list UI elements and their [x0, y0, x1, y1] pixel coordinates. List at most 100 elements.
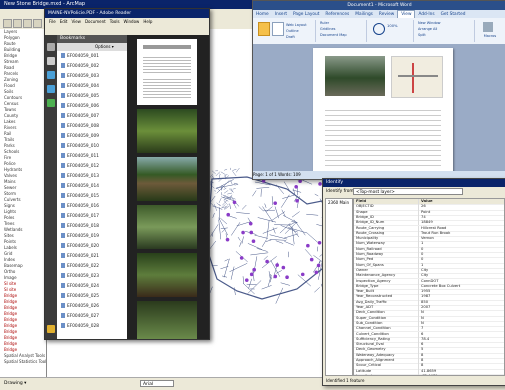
- bookmark-page-icon: [61, 133, 65, 138]
- bookmark-item[interactable]: EF004059_006: [61, 103, 99, 111]
- bookmark-item[interactable]: EF004059_023: [61, 273, 99, 281]
- acrobat-menu-item[interactable]: Tools: [110, 19, 120, 24]
- bookmark-item[interactable]: EF004059_022: [61, 263, 99, 271]
- bookmark-item[interactable]: EF004059_025: [61, 293, 99, 301]
- document-page[interactable]: [313, 48, 453, 172]
- document-views-group: Web Layout Outline Draft: [255, 20, 316, 42]
- font-select[interactable]: Arial: [140, 380, 174, 387]
- open-icon[interactable]: [13, 19, 22, 28]
- bookmark-item[interactable]: EF004059_017: [61, 213, 99, 221]
- street-line: [290, 223, 295, 226]
- bookmark-item[interactable]: EF004059_002: [61, 63, 99, 71]
- street-line: [234, 183, 238, 184]
- bookmark-item[interactable]: EF004059_024: [61, 283, 99, 291]
- bookmark-page-icon: [61, 263, 65, 268]
- bookmark-item[interactable]: EF004059_011: [61, 153, 99, 161]
- acrobat-menu-item[interactable]: Window: [124, 19, 140, 24]
- print-layout-icon[interactable]: [258, 22, 270, 36]
- thumbnail-photo-creek[interactable]: [137, 205, 197, 249]
- document-map-checkbox[interactable]: Document Map: [320, 32, 366, 38]
- thumbnail-photo-stream[interactable]: [137, 109, 197, 153]
- attachments-icon[interactable]: [47, 99, 55, 107]
- bookmark-item[interactable]: EF004059_003: [61, 73, 99, 81]
- street-line: [257, 248, 268, 251]
- bridge-point: [250, 273, 254, 277]
- full-screen-icon[interactable]: [272, 22, 284, 36]
- signature-icon[interactable]: [47, 71, 55, 79]
- thumbnail-photo-woods[interactable]: [137, 301, 197, 339]
- location-map: [391, 56, 443, 98]
- save-icon[interactable]: [23, 19, 32, 28]
- table-of-contents[interactable]: LayersPolygonRouteBuildingBridgeStreamRo…: [0, 29, 47, 377]
- acrobat-menu-item[interactable]: Help: [143, 19, 152, 24]
- bridge-point: [241, 231, 245, 235]
- bridge-point: [310, 258, 314, 262]
- options-menu[interactable]: Options ▾: [95, 44, 114, 49]
- street-line: [238, 237, 240, 241]
- zoom-icon[interactable]: [373, 23, 385, 35]
- identify-from-select[interactable]: <Top-most layer>: [353, 188, 463, 195]
- page-thumbnails[interactable]: [127, 35, 209, 339]
- street-line: [292, 212, 300, 218]
- bookmark-page-icon: [61, 303, 65, 308]
- pages-icon[interactable]: [47, 43, 55, 51]
- bookmark-item[interactable]: EF004059_012: [61, 163, 99, 171]
- acrobat-menu-item[interactable]: Edit: [60, 19, 68, 24]
- bookmark-item[interactable]: EF004059_020: [61, 243, 99, 251]
- drawing-menu[interactable]: Drawing ▾: [4, 378, 26, 390]
- bookmark-item[interactable]: EF004059_008: [61, 123, 99, 131]
- acrobat-menu-item[interactable]: File: [49, 19, 56, 24]
- identify-feature-tree[interactable]: 2360 Main: [325, 198, 353, 376]
- bookmark-item[interactable]: EF004059_009: [61, 133, 99, 141]
- layers-icon[interactable]: [47, 85, 55, 93]
- bookmarks-options[interactable]: Options ▾: [57, 43, 127, 51]
- zoom-100-button[interactable]: 100%: [387, 24, 398, 28]
- bridge-point: [273, 275, 277, 279]
- acrobat-menu-item[interactable]: View: [71, 19, 81, 24]
- bridge-point: [233, 200, 237, 204]
- street-line: [219, 220, 221, 240]
- street-line: [225, 259, 229, 261]
- street-line: [216, 172, 220, 176]
- split-button[interactable]: Split: [418, 32, 474, 38]
- street-line: [231, 188, 233, 191]
- acrobat-menu-item[interactable]: Document: [85, 19, 106, 24]
- bookmark-item[interactable]: EF004059_010: [61, 143, 99, 151]
- print-icon[interactable]: [33, 19, 42, 28]
- street-line: [232, 171, 236, 176]
- identify-attribute-table[interactable]: Field Value OBJECTID26ShapePointBridge_I…: [353, 198, 505, 376]
- bookmark-item[interactable]: EF004059_019: [61, 233, 99, 241]
- bookmark-item[interactable]: EF004059_021: [61, 253, 99, 261]
- bookmark-item[interactable]: EF004059_014: [61, 183, 99, 191]
- street-line: [270, 235, 288, 239]
- acrobat-titlebar: MAINE-NVPolicie.PDF - Adobe Reader: [45, 9, 209, 18]
- bookmark-item[interactable]: EF004059_026: [61, 303, 99, 311]
- street-line: [233, 188, 236, 189]
- draft-button[interactable]: Draft: [286, 34, 312, 40]
- macros-icon[interactable]: [483, 22, 493, 32]
- bookmark-item[interactable]: EF004059_016: [61, 203, 99, 211]
- bookmark-item[interactable]: EF004059_027: [61, 313, 99, 321]
- thumbnail-photo-culvert[interactable]: [137, 253, 197, 297]
- bookmark-item[interactable]: EF004059_004: [61, 83, 99, 91]
- identify-tree-node[interactable]: 2360 Main: [326, 199, 352, 206]
- street-line: [264, 256, 268, 260]
- thumbnail-photo-bridge[interactable]: [137, 157, 197, 201]
- bookmark-item[interactable]: EF004059_005: [61, 93, 99, 101]
- new-icon[interactable]: [3, 19, 12, 28]
- identify-from-row: Identify from: <Top-most layer>: [323, 187, 505, 197]
- bookmark-item[interactable]: EF004059_018: [61, 223, 99, 231]
- bookmark-item[interactable]: EF004059_013: [61, 173, 99, 181]
- thumbnail-page-document[interactable]: [137, 39, 197, 105]
- word-ribbon: Web Layout Outline Draft Ruler Gridlines…: [253, 18, 505, 45]
- bookmark-item[interactable]: EF004059_028: [61, 323, 99, 331]
- macros-button[interactable]: Macros: [477, 34, 503, 38]
- folder-icon[interactable]: [47, 325, 55, 333]
- street-line: [231, 222, 240, 235]
- bookmark-item[interactable]: EF004059_007: [61, 113, 99, 121]
- bookmark-item[interactable]: EF004059_001: [61, 53, 99, 61]
- bookmark-icon[interactable]: [47, 57, 55, 65]
- word-ribbon-tabs: HomeInsertPage LayoutReferencesMailingsR…: [253, 10, 505, 18]
- bookmark-item[interactable]: EF004059_015: [61, 193, 99, 201]
- toolbox-row[interactable]: Spatial Statistics Tools: [0, 359, 46, 365]
